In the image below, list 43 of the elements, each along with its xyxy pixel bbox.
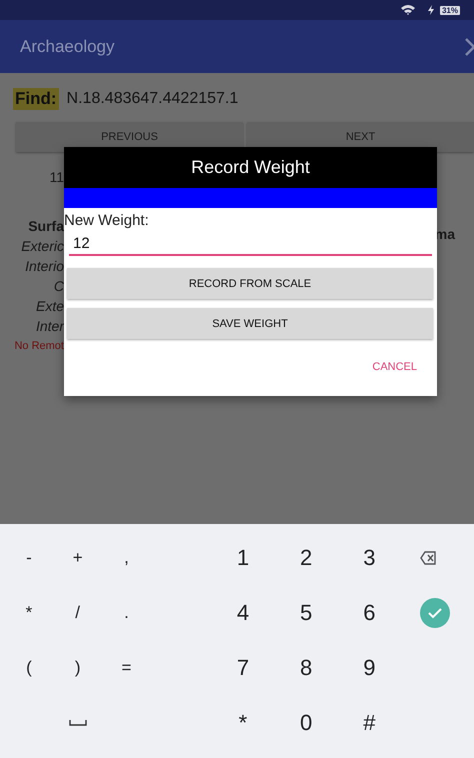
key[interactable]: 3: [359, 544, 380, 570]
key[interactable]: ,: [120, 548, 133, 568]
field-label: New Weight:: [64, 212, 150, 229]
find-label: Find:: [13, 88, 59, 110]
key[interactable]: (: [22, 658, 36, 678]
field-text: Exte: [36, 297, 64, 316]
key[interactable]: ): [70, 658, 84, 678]
key[interactable]: 9: [359, 654, 380, 680]
key[interactable]: =: [117, 658, 136, 678]
key[interactable]: 5: [296, 600, 316, 626]
key[interactable]: *: [234, 710, 252, 736]
field-text: Interio: [25, 257, 64, 276]
key[interactable]: *: [22, 602, 36, 622]
key[interactable]: 7: [232, 654, 254, 680]
field-text: Surfa: [28, 217, 64, 236]
wifi-icon: [400, 4, 416, 16]
field-text: C: [54, 277, 64, 296]
key[interactable]: 6: [359, 600, 380, 626]
field-text: 11: [49, 168, 64, 187]
cancel-button[interactable]: CANCEL: [372, 359, 417, 375]
key[interactable]: 0: [296, 710, 316, 736]
key[interactable]: 2: [296, 544, 316, 570]
key[interactable]: 8: [296, 654, 316, 680]
field-text: Exteric: [21, 237, 64, 256]
find-id: N.18.483647.4422157.1: [66, 90, 238, 108]
key[interactable]: /: [71, 602, 84, 622]
key[interactable]: #: [359, 710, 380, 736]
key[interactable]: -: [22, 548, 36, 568]
dialog-title: Record Weight: [64, 147, 437, 188]
check-button-icon[interactable]: [420, 598, 450, 628]
field-text: No Remot: [14, 339, 64, 354]
key[interactable]: 4: [232, 600, 254, 626]
backspace-icon[interactable]: [420, 550, 436, 564]
key[interactable]: .: [120, 602, 133, 622]
save-weight-button[interactable]: SAVE WEIGHT: [67, 308, 433, 339]
charging-icon: [428, 5, 434, 15]
field-text: Inter: [36, 317, 64, 336]
space-key-icon[interactable]: [68, 720, 87, 726]
key[interactable]: +: [68, 548, 87, 568]
app-title: Archaeology: [20, 36, 115, 56]
battery-level: 31%: [440, 6, 460, 14]
record-from-scale-button[interactable]: RECORD FROM SCALE: [67, 268, 433, 299]
key[interactable]: 1: [232, 544, 254, 570]
